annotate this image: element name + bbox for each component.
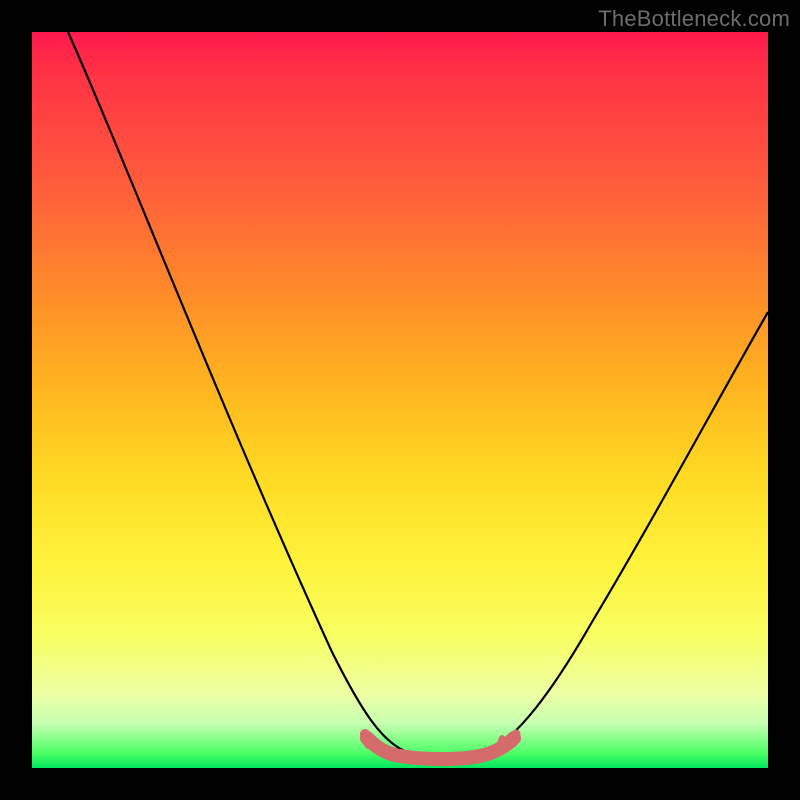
curve-path bbox=[68, 32, 768, 758]
chart-frame: TheBottleneck.com bbox=[0, 0, 800, 800]
band-tick-right-2 bbox=[500, 738, 502, 744]
band-tick-right bbox=[513, 734, 516, 743]
band-tick-left bbox=[365, 734, 369, 744]
plot-area bbox=[32, 32, 768, 768]
attribution-text: TheBottleneck.com bbox=[598, 6, 790, 32]
bottleneck-curve bbox=[32, 32, 768, 768]
